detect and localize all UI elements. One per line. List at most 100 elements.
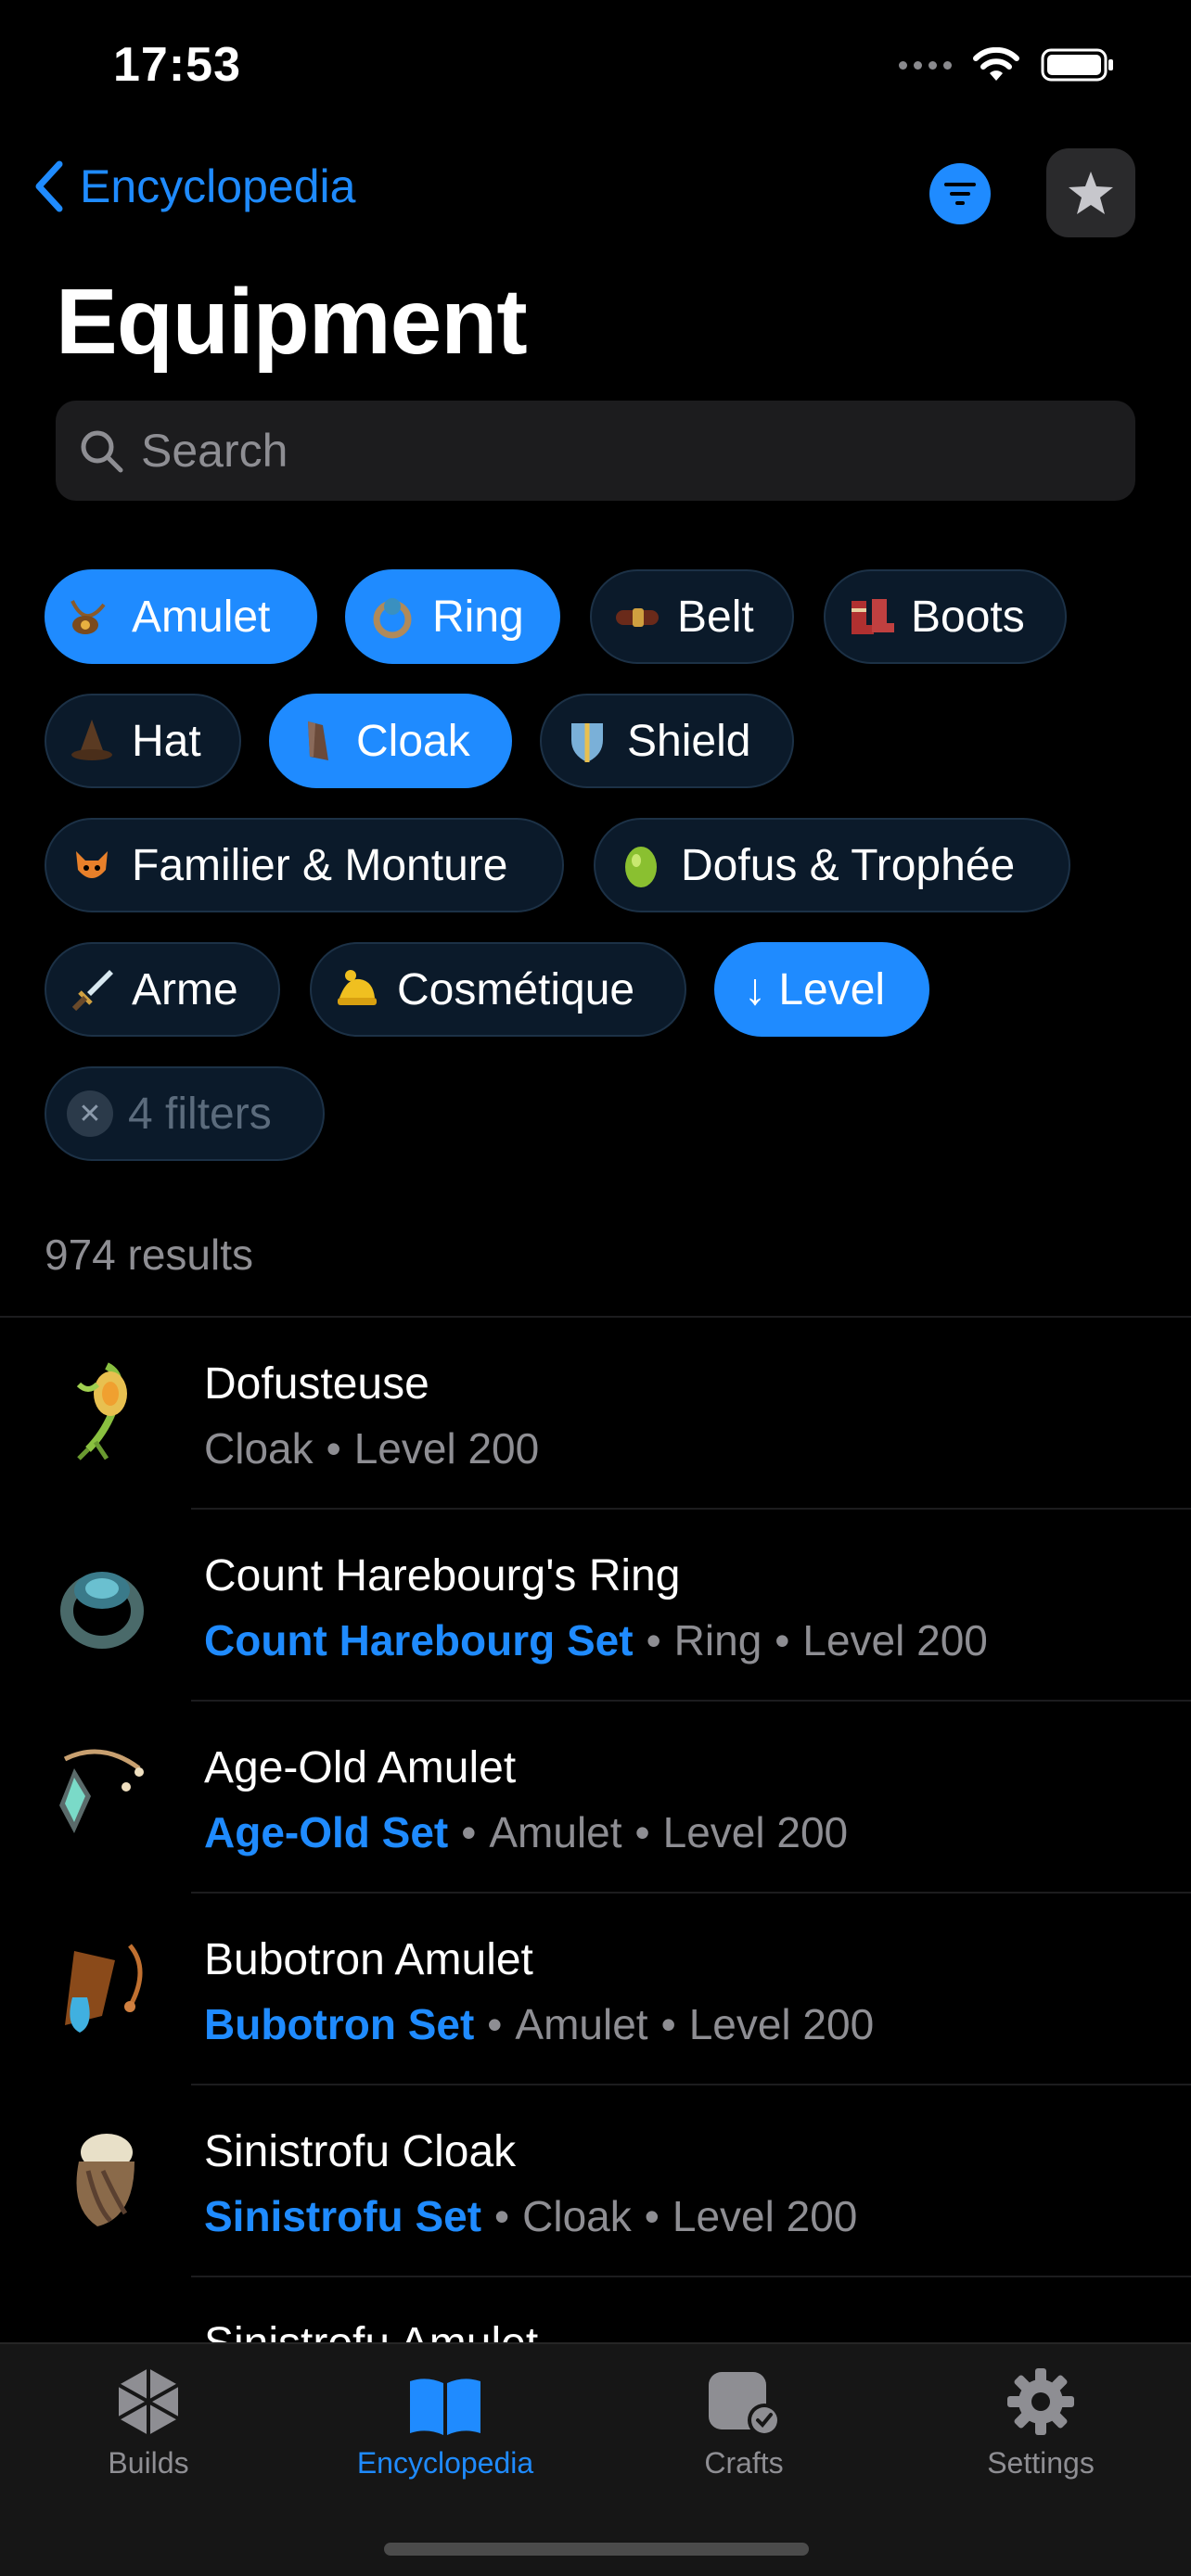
chip-label: Cloak xyxy=(356,716,470,766)
tab-settings[interactable]: Settings xyxy=(920,2363,1161,2480)
search-bar[interactable] xyxy=(56,401,1135,501)
tab-label: Crafts xyxy=(704,2446,784,2480)
back-button-label: Encyclopedia xyxy=(80,160,356,212)
tab-encyclopedia[interactable]: Encyclopedia xyxy=(325,2363,566,2480)
item-type: Cloak xyxy=(522,2192,632,2240)
chip-shield[interactable]: Shield xyxy=(540,694,794,788)
chip-label: Shield xyxy=(627,716,751,766)
chip-label: Belt xyxy=(677,592,754,642)
item-name: Bubotron Amulet xyxy=(204,1935,533,1984)
bubotron-amulet-item-icon xyxy=(46,1932,158,2044)
clear-filters-label: 4 filters xyxy=(128,1089,272,1139)
boots-icon xyxy=(846,592,896,642)
chip-label: Ring xyxy=(432,592,524,642)
item-meta: Bubotron Set • Amulet • Level 200 xyxy=(204,1999,874,2049)
item-name: Count Harebourg's Ring xyxy=(204,1551,681,1600)
separator-dot: • xyxy=(646,1616,661,1664)
tab-label: Builds xyxy=(108,2446,189,2480)
list-item[interactable]: Sinistrofu Cloak Sinistrofu Set • Cloak • Le… xyxy=(0,2085,1191,2277)
cloak-icon xyxy=(291,716,341,766)
tab-builds[interactable]: Builds xyxy=(28,2363,269,2480)
chip-label: Familier & Monture xyxy=(132,840,508,890)
chip-label: Boots xyxy=(911,592,1025,642)
pet-icon xyxy=(67,840,117,890)
chip-label: Hat xyxy=(132,716,201,766)
chip-familier-monture[interactable]: Familier & Monture xyxy=(45,818,564,912)
list-item[interactable]: Count Harebourg's Ring Count Harebourg S… xyxy=(0,1510,1191,1702)
separator-dot: • xyxy=(461,1808,477,1856)
item-type: Cloak xyxy=(204,1424,314,1473)
chip-belt[interactable]: Belt xyxy=(590,569,794,664)
results-count: 974 results xyxy=(45,1231,254,1279)
chip-boots[interactable]: Boots xyxy=(824,569,1067,664)
item-set-link[interactable]: Bubotron Set xyxy=(204,2000,474,2048)
item-type: Amulet xyxy=(489,1808,622,1856)
item-meta: Sinistrofu Set • Cloak • Level 200 xyxy=(204,2191,857,2241)
item-name: Sinistrofu Cloak xyxy=(204,2127,517,2176)
amulet-icon xyxy=(67,592,117,642)
chip-dofus-trophee[interactable]: Dofus & Trophée xyxy=(594,818,1070,912)
sword-icon xyxy=(67,964,117,1014)
back-button[interactable]: Encyclopedia xyxy=(33,159,355,213)
tab-label: Encyclopedia xyxy=(356,2446,534,2480)
gear-icon xyxy=(1005,2363,1076,2437)
chip-cloak[interactable]: Cloak xyxy=(269,694,512,788)
separator-dot: • xyxy=(487,2000,503,2048)
chip-label: Cosmétique xyxy=(397,964,635,1014)
search-input[interactable] xyxy=(141,424,1069,478)
battery-icon xyxy=(1041,48,1113,82)
chip-amulet[interactable]: Amulet xyxy=(45,569,317,664)
list-item[interactable]: Dofusteuse Cloak • Level 200 xyxy=(0,1318,1191,1510)
status-bar: 17:53 xyxy=(0,0,1191,139)
item-type: Ring xyxy=(673,1616,762,1664)
favorites-button[interactable] xyxy=(1046,148,1135,237)
chip-cosmetique[interactable]: Cosmétique xyxy=(310,942,686,1037)
belt-icon xyxy=(612,592,662,642)
clear-x-icon: ✕ xyxy=(67,1090,113,1137)
star-icon xyxy=(1069,172,1113,214)
item-meta: Age-Old Set • Amulet • Level 200 xyxy=(204,1807,848,1857)
sinistrofu-cloak-item-icon xyxy=(46,2124,158,2236)
tab-crafts[interactable]: Crafts xyxy=(623,2363,864,2480)
chip-hat[interactable]: Hat xyxy=(45,694,241,788)
search-icon xyxy=(81,430,123,473)
separator-dot: • xyxy=(494,2192,510,2240)
tab-label: Settings xyxy=(987,2446,1095,2480)
separator-dot: • xyxy=(644,2192,660,2240)
chip-label: Amulet xyxy=(132,592,271,642)
home-indicator[interactable] xyxy=(384,2543,809,2556)
list-item[interactable]: Bubotron Amulet Bubotron Set • Amulet • Leve… xyxy=(0,1894,1191,2085)
ring-icon xyxy=(367,592,417,642)
item-level: Level 200 xyxy=(353,1424,540,1473)
chip-arme[interactable]: Arme xyxy=(45,942,280,1037)
chip-sort-level[interactable]: ↓ Level xyxy=(714,942,929,1037)
item-level: Level 200 xyxy=(688,2000,875,2048)
dofus-egg-icon xyxy=(616,840,666,890)
crafts-icon xyxy=(705,2363,783,2437)
separator-dot: • xyxy=(660,2000,676,2048)
wifi-icon xyxy=(973,47,1019,81)
status-icons xyxy=(899,46,1115,83)
filter-lines-icon xyxy=(944,183,976,205)
clear-filters-chip[interactable]: ✕ 4 filters xyxy=(45,1066,325,1161)
status-time: 17:53 xyxy=(113,38,241,92)
cellular-signal-icon xyxy=(899,60,952,70)
chip-label: Arme xyxy=(132,964,238,1014)
item-set-link[interactable]: Count Harebourg Set xyxy=(204,1616,634,1664)
list-item[interactable]: Age-Old Amulet Age-Old Set • Amulet • Level … xyxy=(0,1702,1191,1894)
item-set-link[interactable]: Age-Old Set xyxy=(204,1808,448,1856)
chip-label: Dofus & Trophée xyxy=(681,840,1016,890)
builds-cube-icon xyxy=(115,2363,182,2437)
item-meta: Cloak • Level 200 xyxy=(204,1423,539,1473)
item-level: Level 200 xyxy=(662,1808,849,1856)
chip-label: ↓ Level xyxy=(744,964,886,1014)
chip-ring[interactable]: Ring xyxy=(345,569,560,664)
harebourg-ring-item-icon xyxy=(46,1549,158,1660)
hat-icon xyxy=(67,716,117,766)
item-set-link[interactable]: Sinistrofu Set xyxy=(204,2192,481,2240)
page-title: Equipment xyxy=(56,270,528,374)
filter-button[interactable] xyxy=(929,163,991,224)
book-icon xyxy=(406,2363,484,2437)
item-level: Level 200 xyxy=(672,2192,858,2240)
item-name: Dofusteuse xyxy=(204,1359,429,1409)
